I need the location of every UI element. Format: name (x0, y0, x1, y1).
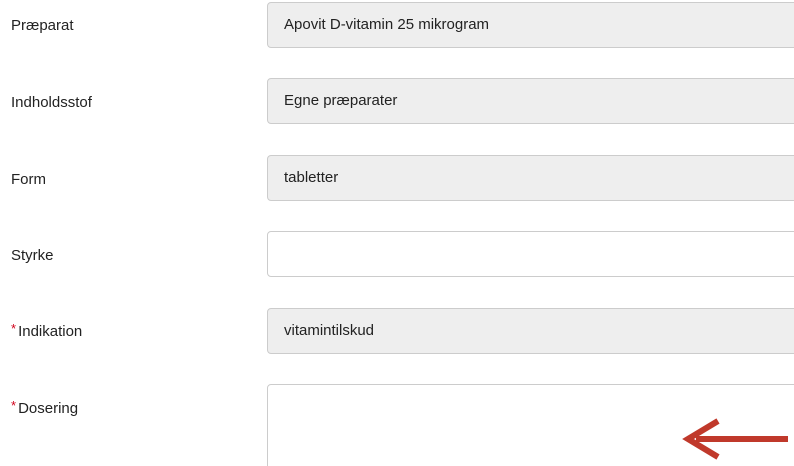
styrke-input[interactable] (267, 231, 794, 277)
indholdsstof-field[interactable]: Egne præparater (267, 78, 794, 124)
label-dosering: * Dosering (11, 398, 79, 418)
indikation-field[interactable]: vitamintilskud (267, 308, 794, 354)
label-styrke: Styrke (11, 247, 54, 264)
label-indikation-text: Indikation (18, 323, 83, 340)
label-indikation: * Indikation (11, 321, 83, 341)
label-dosering-text: Dosering (18, 400, 79, 417)
praeparat-field[interactable]: Apovit D-vitamin 25 mikrogram (267, 2, 794, 48)
label-praeparat: Præparat (11, 17, 74, 34)
medication-form: Præparat Apovit D-vitamin 25 mikrogram I… (0, 0, 794, 466)
left-arrow-icon (682, 418, 788, 460)
required-marker: * (11, 398, 17, 413)
form-field[interactable]: tabletter (267, 155, 794, 201)
label-form: Form (11, 171, 46, 188)
required-marker: * (11, 321, 17, 336)
label-indholdsstof: Indholdsstof (11, 94, 92, 111)
